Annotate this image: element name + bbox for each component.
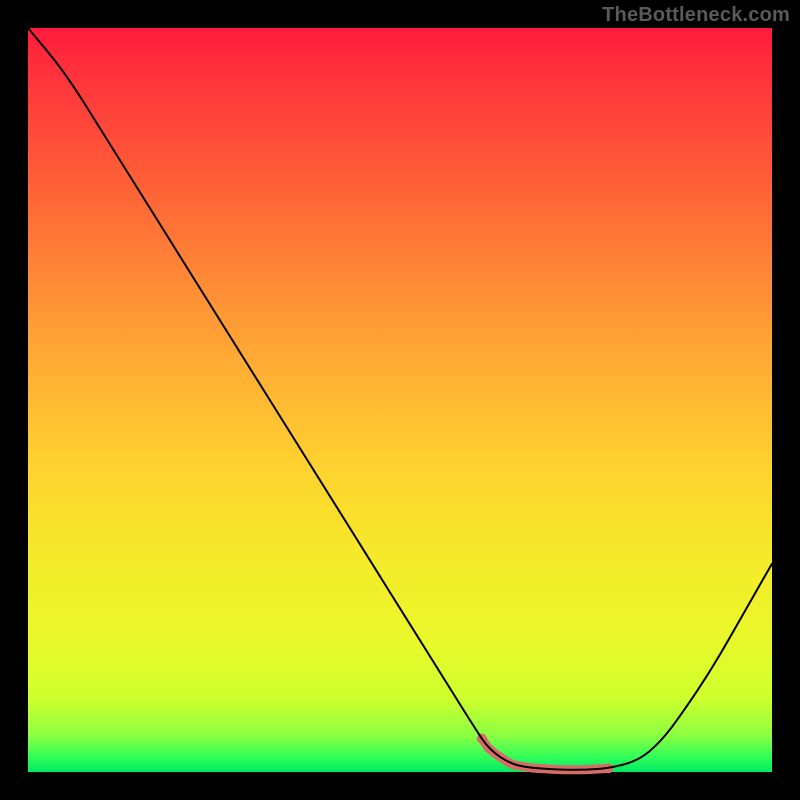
- watermark-text: TheBottleneck.com: [602, 4, 790, 27]
- chart-frame: TheBottleneck.com: [0, 0, 800, 800]
- plot-area: [28, 28, 772, 772]
- bottleneck-curve: [28, 28, 772, 770]
- optimal-range-highlight: [482, 739, 609, 770]
- curve-svg: [28, 28, 772, 772]
